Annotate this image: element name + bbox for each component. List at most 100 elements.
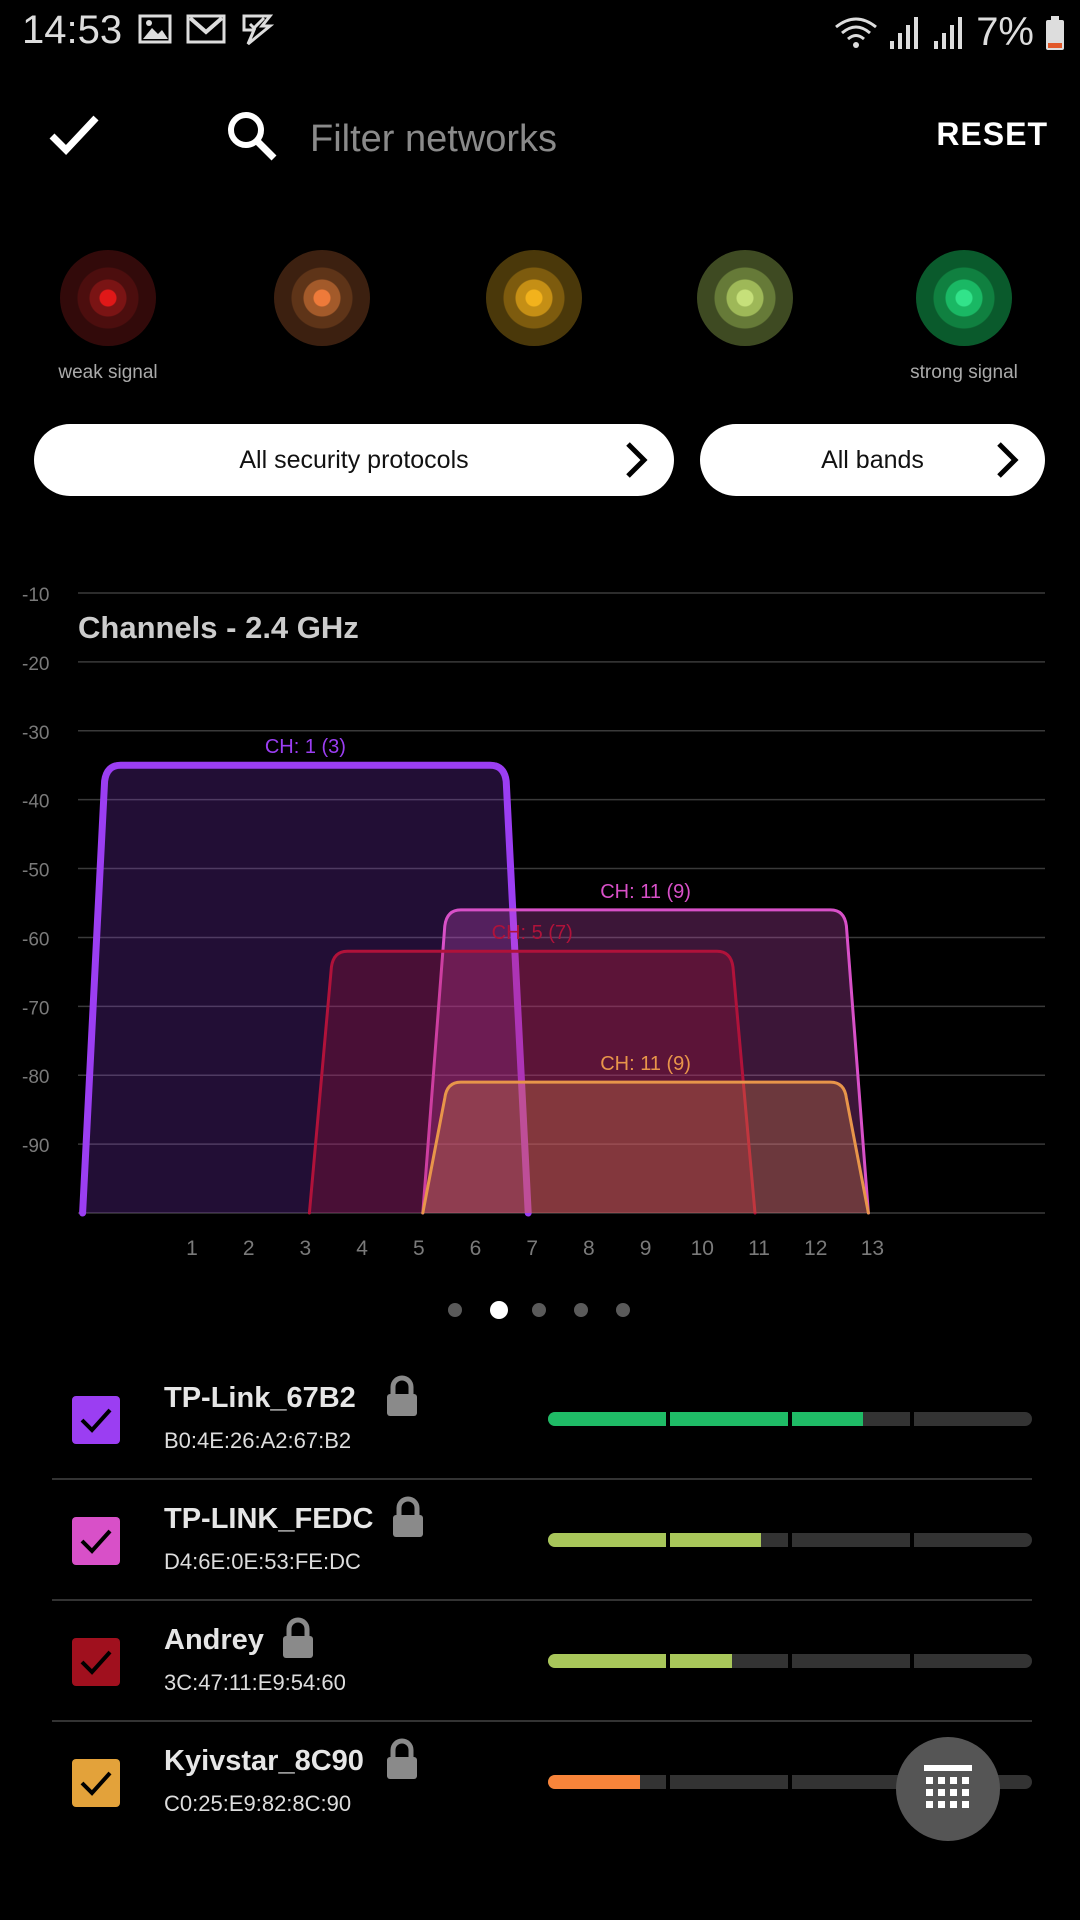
network-ssid: TP-LINK_FEDC [164,1503,374,1535]
chevron-right-icon [997,442,1019,478]
channel-label: CH: 11 (9) [600,881,691,903]
row-divider [52,1599,1032,1601]
list-item[interactable]: TP-Link_67B2 B0:4E:26:A2:67:B2 [52,1360,1032,1480]
signal-weak-dot[interactable] [60,250,156,346]
chart-pager [0,1298,1080,1322]
strength-segment [914,1412,1032,1426]
status-icons-right: 7% [834,10,1066,55]
lock-icon [387,1738,417,1779]
x-tick-label: 5 [413,1237,425,1260]
y-tick-label: -10 [22,585,49,606]
x-tick-label: 2 [243,1237,255,1260]
wifi-icon [835,17,878,48]
strength-segment [548,1412,666,1426]
y-tick-label: -50 [22,861,49,882]
list-item[interactable]: Kyivstar_8C90 C0:25:E9:82:8C:90 [52,1723,1032,1843]
bands-filter-button[interactable]: All bands [700,424,1045,496]
pager-dot[interactable] [532,1303,546,1317]
confirm-button[interactable] [44,104,104,164]
strength-segment-fill [548,1775,640,1789]
y-tick-label: -90 [22,1136,49,1157]
x-tick-label: 10 [691,1237,714,1260]
signal-good-dot[interactable] [697,250,793,346]
network-mac: C0:25:E9:82:8C:90 [164,1791,352,1816]
signal-medium-dot[interactable] [486,250,582,346]
search-icon[interactable] [224,108,284,168]
x-tick-label: 7 [526,1237,538,1260]
check-icon [80,1771,112,1796]
signal-strong-dot[interactable] [916,250,1012,346]
strength-segment [792,1412,910,1426]
y-tick-label: -30 [22,723,49,744]
y-tick-label: -20 [22,654,49,675]
lock-icon [283,1617,313,1658]
network-ssid: TP-Link_67B2 [164,1382,356,1414]
channel-grid-fab[interactable] [896,1737,1000,1841]
row-divider [52,1720,1032,1722]
reset-button[interactable]: RESET [936,116,1048,153]
status-time: 14:53 [22,8,123,52]
network-checkbox[interactable] [72,1396,120,1444]
grid-icon [924,1765,972,1808]
strength-segment-fill [548,1654,666,1668]
x-tick-label: 11 [748,1237,770,1260]
pager-dot[interactable] [616,1303,630,1317]
chart-title: Channels - 2.4 GHz [78,610,359,645]
network-ssid: Kyivstar_8C90 [164,1745,364,1777]
strength-segment-fill [548,1533,666,1547]
bands-filter-label: All bands [821,445,924,474]
cell-signal-icon [890,16,919,49]
task-icon [242,14,274,46]
list-item[interactable]: TP-LINK_FEDC D4:6E:0E:53:FE:DC [52,1481,1032,1601]
strength-segment [914,1654,1032,1668]
strength-segment [792,1654,910,1668]
chevron-right-icon [626,442,648,478]
toolbar: RESET [0,90,1080,182]
search-input[interactable] [308,110,872,168]
check-icon [80,1650,112,1675]
weak-signal-label: weak signal [58,362,158,383]
strength-segment-fill [670,1533,761,1547]
status-icons-left [138,12,274,46]
strength-segment-fill [792,1412,863,1426]
check-icon [80,1408,112,1433]
strength-segment [792,1533,910,1547]
y-tick-label: -70 [22,998,49,1019]
strong-signal-label: strong signal [910,362,1018,383]
check-icon [49,115,99,156]
y-tick-label: -80 [22,1067,49,1088]
status-bar: 14:53 7% [0,0,1080,64]
channel-chart-plot: -10-20-30-40-50-60-70-80-901 2 3 4 5 6 7 8 9 10 11… [22,585,1045,1260]
image-icon [138,14,172,44]
cell-signal-icon [934,16,963,49]
network-mac: D4:6E:0E:53:FE:DC [164,1549,361,1574]
battery-icon [1046,15,1064,50]
strength-segment [548,1533,666,1547]
list-item[interactable]: Andrey 3C:47:11:E9:54:60 [52,1602,1032,1722]
x-tick-label: 3 [300,1237,312,1260]
gmail-icon [186,14,226,44]
lock-icon [387,1375,417,1416]
security-filter-button[interactable]: All security protocols [34,424,674,496]
channel-chart[interactable]: -10 -20 -30 -40 -50 -60 -70 -80 -90 1 2 3 4 5 6 7 8 9 10 11… [0,570,1080,1270]
battery-percent: 7% [976,10,1034,54]
channel-label: CH: 11 (9) [600,1053,691,1075]
pager-dot[interactable] [574,1303,588,1317]
y-tick-label: -60 [22,929,49,950]
x-tick-label: 6 [470,1237,482,1260]
strength-segment [670,1775,788,1789]
channel-fill [422,1082,869,1213]
strength-segment [792,1775,910,1789]
security-filter-label: All security protocols [239,445,469,474]
network-checkbox[interactable] [72,1759,120,1807]
pager-dot[interactable] [490,1301,508,1319]
pager-dot[interactable] [448,1303,462,1317]
signal-low-dot[interactable] [274,250,370,346]
network-checkbox[interactable] [72,1638,120,1686]
strength-segment [670,1533,788,1547]
strength-segment-fill [670,1412,788,1426]
strength-segment-fill [670,1654,732,1668]
strength-segment [548,1775,666,1789]
network-checkbox[interactable] [72,1517,120,1565]
strength-segment [548,1654,666,1668]
